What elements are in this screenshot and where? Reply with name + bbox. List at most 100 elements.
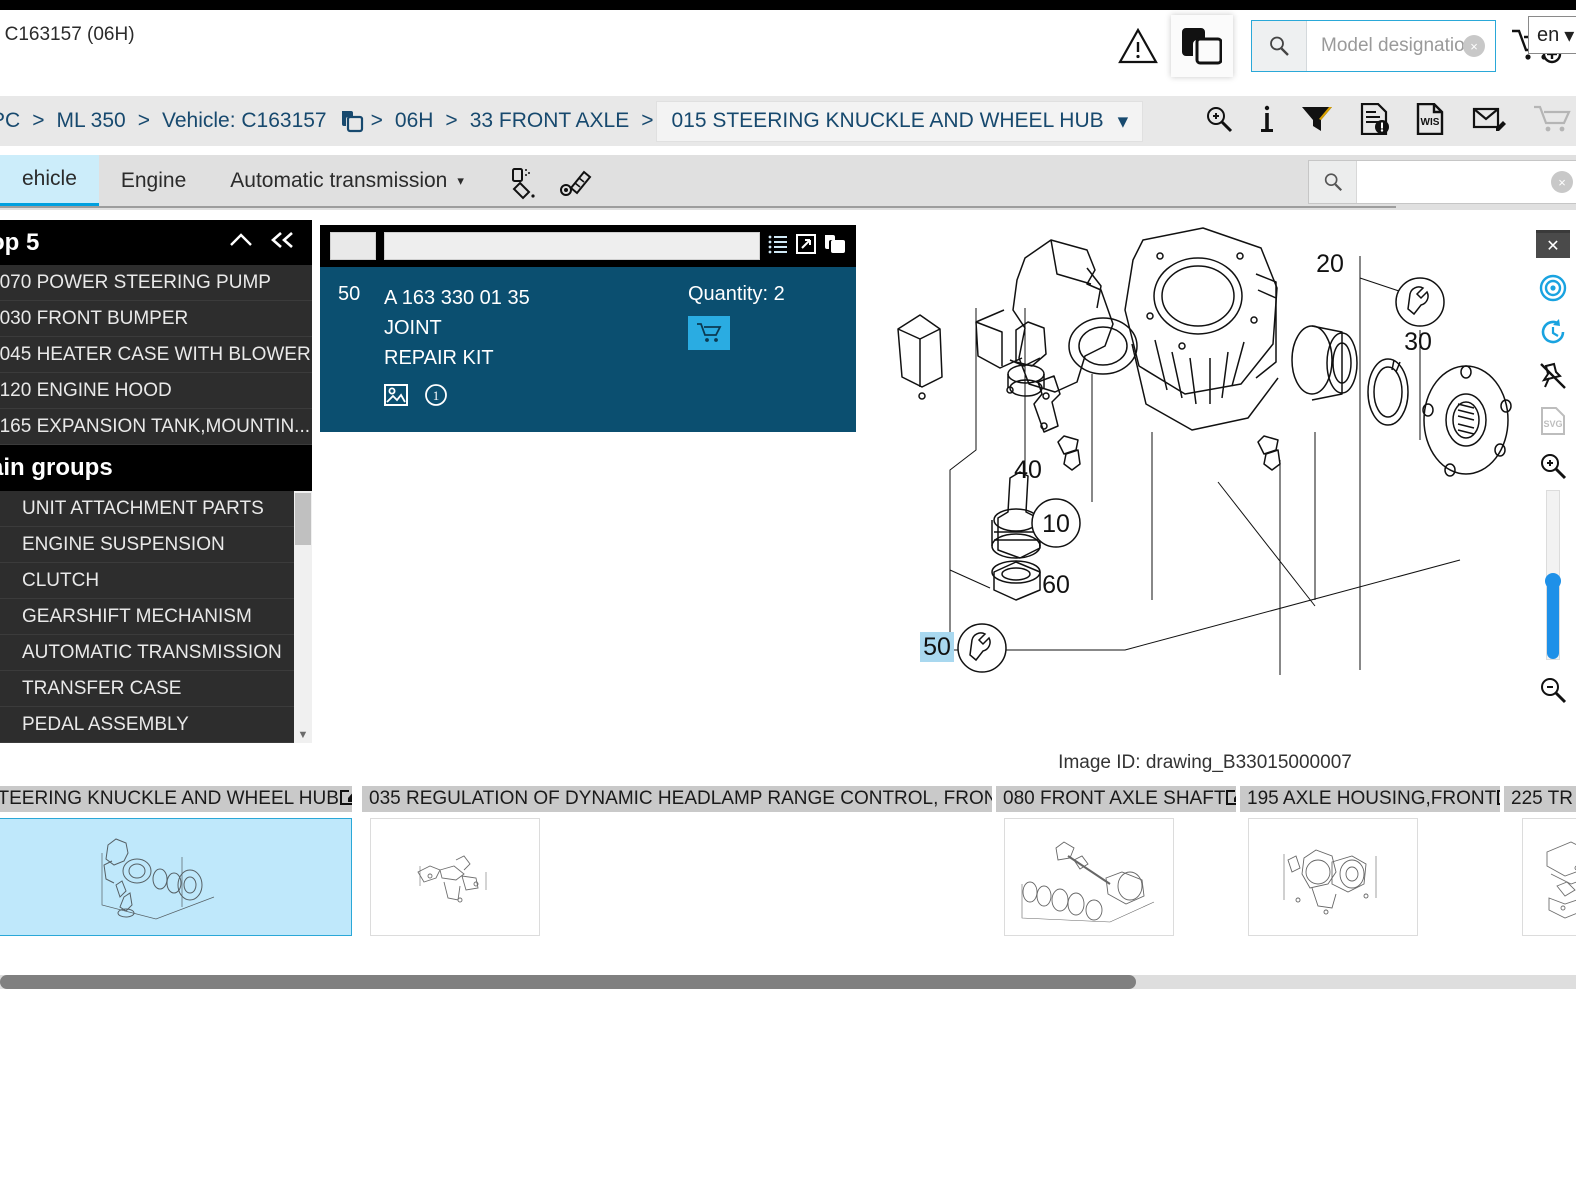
edit-icon[interactable] — [1225, 786, 1236, 812]
chevron-up-icon[interactable] — [228, 231, 254, 254]
callout-bubble-50[interactable] — [957, 623, 1007, 673]
breadcrumb: PC > ML 350 > Vehicle: C163157 > 06H > 3… — [0, 100, 1144, 142]
search-input[interactable]: Model designation × — [1307, 21, 1495, 71]
sidebar-group-engine-suspension[interactable]: ENGINE SUSPENSION — [0, 527, 312, 563]
zoom-in-icon[interactable] — [1204, 104, 1234, 139]
sidebar-group-label: TRANSFER CASE — [22, 677, 182, 699]
parts-filter-box-small[interactable] — [330, 232, 376, 260]
copy-icon[interactable] — [824, 234, 846, 259]
callout-label-10: 10 — [1042, 510, 1070, 538]
thumbnail-image[interactable] — [1522, 818, 1576, 936]
tab-vehicle[interactable]: ehicle — [0, 155, 99, 207]
sidebar-scrollbar[interactable]: ▲ ▼ — [294, 491, 312, 743]
document-alert-icon[interactable] — [1360, 102, 1390, 140]
callout-label-20: 20 — [1316, 250, 1344, 278]
zoom-slider-fill — [1547, 581, 1559, 659]
image-icon[interactable] — [384, 383, 408, 412]
callout-bubble-20[interactable] — [1395, 277, 1445, 327]
zoom-slider-knob[interactable] — [1545, 573, 1561, 589]
sidebar-item-120[interactable]: - 120 ENGINE HOOD — [0, 373, 312, 409]
thumbnail-image[interactable] — [0, 818, 352, 936]
info-circle-icon[interactable]: 1 — [424, 383, 448, 412]
sidebar-group-label: GEARSHIFT MECHANISM — [22, 605, 252, 627]
warning-triangle-icon[interactable] — [1111, 19, 1165, 73]
sidebar-group-transfer-case[interactable]: TRANSFER CASE — [0, 671, 312, 707]
zoom-out-icon[interactable] — [1539, 676, 1567, 704]
paint-spray-icon[interactable] — [508, 166, 542, 207]
callout-label-60: 60 — [1042, 571, 1070, 599]
callout-label-40: 40 — [1014, 456, 1042, 484]
breadcrumb-copy-icon[interactable] — [340, 109, 364, 133]
breadcrumb-item-model[interactable]: ML 350 — [47, 109, 134, 133]
thumbnail-strip: 5 STEERING KNUCKLE AND WHEEL HUB 035 REG… — [0, 786, 1576, 946]
model-search-box[interactable]: Model designation × — [1251, 20, 1496, 72]
chevron-double-left-icon[interactable] — [268, 230, 298, 255]
svg-export-icon[interactable]: SVG — [1539, 406, 1567, 436]
part-description: REPAIR KIT — [384, 347, 494, 369]
breadcrumb-item-vehicle[interactable]: Vehicle: C163157 — [153, 109, 336, 133]
callout-label-50: 50 — [923, 633, 951, 661]
cart-icon[interactable] — [1532, 104, 1572, 139]
part-card[interactable]: 50 A 163 330 01 35 JOINT REPAIR KIT 1 Qu… — [320, 267, 856, 432]
part-number: A 163 330 01 35 — [384, 287, 530, 309]
clear-toolbar-search-button[interactable]: × — [1551, 171, 1573, 193]
add-to-cart-button[interactable] — [688, 316, 730, 350]
sidebar-group-label: ENGINE SUSPENSION — [22, 533, 225, 555]
sidebar-group-unit-attachment-parts[interactable]: UNIT ATTACHMENT PARTS — [0, 491, 312, 527]
parts-drawing[interactable]: 50 10 20 30 40 60 — [860, 220, 1550, 740]
thumbnail-225[interactable]: 225 TR — [1504, 786, 1576, 936]
breadcrumb-item-group[interactable]: 33 FRONT AXLE — [461, 109, 639, 133]
thumbnail-headlamp-range-control[interactable]: 035 REGULATION OF DYNAMIC HEADLAMP RANGE… — [362, 786, 992, 936]
sidebar-group-automatic-transmission[interactable]: AUTOMATIC TRANSMISSION — [0, 635, 312, 671]
rotate-history-icon[interactable] — [1539, 318, 1567, 346]
sidebar-item-045[interactable]: - 045 HEATER CASE WITH BLOWER — [0, 337, 312, 373]
toolbar-search-input[interactable]: × — [1357, 161, 1576, 203]
sidebar-item-030[interactable]: - 030 FRONT BUMPER — [0, 301, 312, 337]
bolt-wrench-icon[interactable] — [558, 166, 594, 207]
tab-engine[interactable]: Engine — [99, 155, 208, 207]
sidebar-group-label: AUTOMATIC TRANSMISSION — [22, 641, 282, 663]
info-icon[interactable] — [1260, 104, 1274, 139]
breadcrumb-toolbar: WIS — [1204, 96, 1576, 146]
edit-icon[interactable] — [339, 786, 352, 812]
list-view-icon[interactable] — [768, 234, 788, 259]
edit-icon[interactable] — [1496, 786, 1500, 812]
parts-filter-input[interactable] — [384, 232, 760, 260]
sidebar-group-clutch[interactable]: CLUTCH — [0, 563, 312, 599]
thumbnail-image[interactable] — [1248, 818, 1418, 936]
thumbnail-front-axle-shaft[interactable]: 080 FRONT AXLE SHAFT — [996, 786, 1236, 936]
scrollbar-thumb[interactable] — [295, 493, 311, 545]
sidebar-item-070[interactable]: - 070 POWER STEERING PUMP — [0, 265, 312, 301]
thumbnail-label: 225 TR — [1511, 788, 1573, 809]
thumbnail-image[interactable] — [1004, 818, 1174, 936]
breadcrumb-item-code[interactable]: 06H — [386, 109, 443, 133]
breadcrumb-active-dropdown[interactable]: 015 STEERING KNUCKLE AND WHEEL HUB ▾ — [656, 100, 1144, 142]
sidebar-item-165[interactable]: - 165 EXPANSION TANK,MOUNTIN... — [0, 409, 312, 445]
sidebar-group-pedal-assembly[interactable]: PEDAL ASSEMBLY — [0, 707, 312, 743]
scroll-down-arrow-icon[interactable]: ▼ — [298, 727, 309, 743]
mail-edit-icon[interactable] — [1472, 104, 1506, 139]
thumbnail-axle-housing-front[interactable]: 195 AXLE HOUSING,FRONT — [1240, 786, 1500, 936]
wis-document-icon[interactable]: WIS — [1416, 102, 1446, 140]
thumbnail-horizontal-scrollbar[interactable] — [0, 975, 1576, 989]
toolbar-search-box[interactable]: × — [1308, 160, 1576, 204]
part-quantity-block: Quantity: 2 — [688, 283, 838, 412]
zoom-in-icon[interactable] — [1539, 452, 1567, 480]
language-selector[interactable]: en ▾ — [1528, 16, 1576, 54]
clear-search-button[interactable]: × — [1463, 35, 1485, 57]
thumbnail-steering-knuckle[interactable]: 5 STEERING KNUCKLE AND WHEEL HUB — [0, 786, 352, 936]
copy-icon[interactable] — [1171, 15, 1233, 77]
target-focus-icon[interactable] — [1539, 274, 1567, 302]
breadcrumb-item-pc[interactable]: PC — [0, 109, 29, 133]
thumbnail-image[interactable] — [370, 818, 540, 936]
tab-automatic-transmission[interactable]: Automatic transmission ▾ — [208, 155, 486, 207]
tab-bar: ehicle Engine Automatic transmission ▾ × — [0, 155, 1576, 210]
scrollbar-thumb[interactable] — [0, 975, 1136, 989]
filter-icon[interactable] — [1300, 104, 1334, 139]
close-icon[interactable]: ✕ — [1536, 230, 1570, 258]
sidebar-group-gearshift-mechanism[interactable]: GEARSHIFT MECHANISM — [0, 599, 312, 635]
zoom-slider[interactable] — [1545, 490, 1561, 660]
pin-off-icon[interactable] — [1539, 362, 1567, 390]
breadcrumb-separator: > — [641, 109, 654, 132]
expand-icon[interactable] — [796, 233, 816, 259]
